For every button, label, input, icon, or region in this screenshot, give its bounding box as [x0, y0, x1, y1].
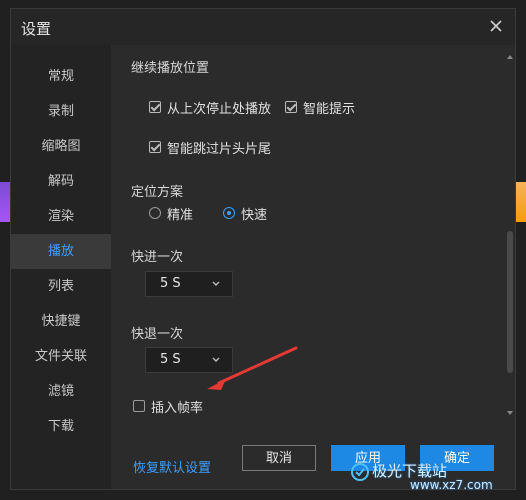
- insert-frame-rate-checkbox[interactable]: [133, 400, 145, 412]
- sidebar-item-playlist[interactable]: 列表: [11, 269, 111, 304]
- dialog-titlebar: 设置: [11, 9, 515, 45]
- skip-intro-outro-label: 智能跳过片头片尾: [167, 142, 272, 157]
- sidebar-item-filters[interactable]: 滤镜: [11, 374, 111, 409]
- rewind-value: 5 S: [160, 352, 181, 367]
- sidebar-item-decode[interactable]: 解码: [11, 164, 111, 199]
- seek-fast-radio[interactable]: [223, 207, 235, 219]
- sidebar-item-thumbnail[interactable]: 缩略图: [11, 129, 111, 164]
- sidebar-item-file-association[interactable]: 文件关联: [11, 339, 111, 374]
- fast-forward-value: 5 S: [160, 276, 181, 291]
- sidebar-item-record[interactable]: 录制: [11, 94, 111, 129]
- seek-fast-label: 快速: [241, 208, 268, 223]
- chevron-down-icon: [212, 357, 220, 362]
- scroll-up-icon[interactable]: [507, 53, 513, 61]
- close-button[interactable]: [485, 15, 507, 37]
- resume-from-last-stop-label: 从上次停止处播放: [167, 102, 272, 117]
- sidebar-item-hotkeys[interactable]: 快捷键: [11, 304, 111, 339]
- rewind-section-title: 快退一次: [131, 327, 184, 342]
- settings-sidebar: 常规 录制 缩略图 解码 渲染 播放 列表 快捷键 文件关联 滤镜 下载: [11, 45, 111, 489]
- watermark-logo-icon: [351, 463, 369, 481]
- content-scrollbar[interactable]: [507, 53, 513, 417]
- sidebar-item-general[interactable]: 常规: [11, 59, 111, 94]
- fast-forward-section-title: 快进一次: [131, 250, 184, 265]
- watermark-url: www.xz7.com: [410, 478, 493, 492]
- seek-accurate-label: 精准: [167, 208, 194, 223]
- dialog-title: 设置: [21, 20, 52, 38]
- resume-from-last-stop-checkbox[interactable]: [149, 101, 161, 113]
- smart-tip-label: 智能提示: [303, 102, 356, 117]
- seek-section-title: 定位方案: [131, 185, 184, 200]
- sidebar-item-download[interactable]: 下载: [11, 409, 111, 444]
- resume-section-title: 继续播放位置: [131, 61, 210, 76]
- fast-forward-select[interactable]: 5 S: [145, 271, 233, 297]
- seek-accurate-radio[interactable]: [149, 207, 161, 219]
- sidebar-item-render[interactable]: 渲染: [11, 199, 111, 234]
- sidebar-item-playback[interactable]: 播放: [11, 234, 111, 269]
- settings-dialog: 设置 常规 录制 缩略图 解码 渲染 播放 列表 快捷键 文件关联 滤镜 下载 …: [10, 8, 516, 490]
- close-icon: [490, 20, 502, 32]
- rewind-select[interactable]: 5 S: [145, 347, 233, 373]
- restore-defaults-link[interactable]: 恢复默认设置: [133, 457, 211, 476]
- site-watermark: 极光下载站 www.xz7.com: [350, 460, 520, 496]
- scroll-down-icon[interactable]: [507, 409, 513, 417]
- skip-intro-outro-checkbox[interactable]: [149, 141, 161, 153]
- scrollbar-thumb[interactable]: [507, 231, 513, 373]
- insert-frame-rate-label: 插入帧率: [151, 401, 204, 416]
- smart-tip-checkbox[interactable]: [285, 101, 297, 113]
- chevron-down-icon: [212, 281, 220, 286]
- cancel-button[interactable]: 取消: [242, 445, 316, 471]
- settings-content: 继续播放位置 从上次停止处播放 智能提示 智能跳过片头片尾 定位方案 精准 快速…: [111, 45, 511, 417]
